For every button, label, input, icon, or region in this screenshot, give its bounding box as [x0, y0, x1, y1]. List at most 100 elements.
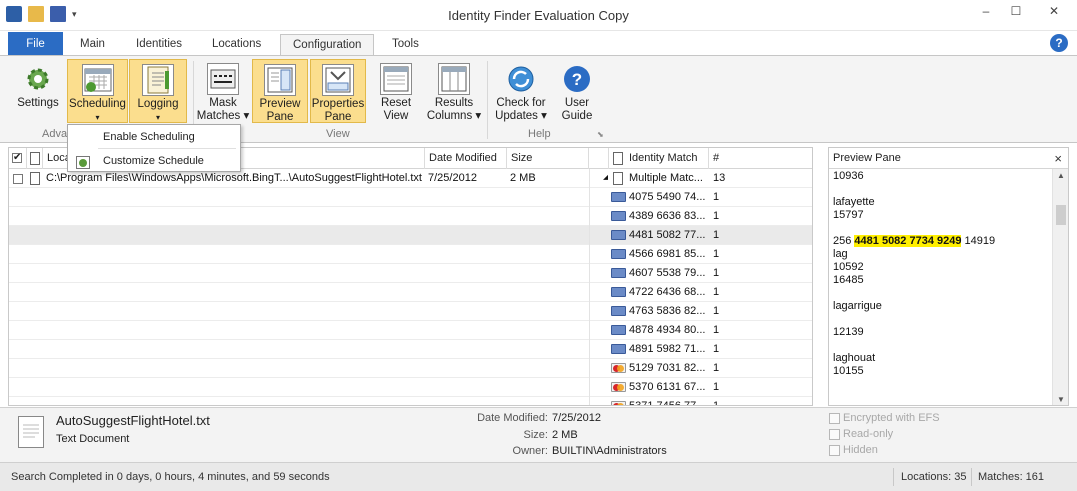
mastercard-icon: [611, 382, 626, 392]
preview-scrollbar[interactable]: ▲ ▼: [1052, 169, 1068, 405]
check-for-updates-button[interactable]: Check for Updates ▾: [492, 59, 550, 123]
visa-card-icon: [611, 249, 626, 259]
reset-view-button[interactable]: Reset View: [370, 59, 422, 123]
match-row[interactable]: 5129 7031 82... 1: [9, 359, 812, 378]
hidden-checkbox[interactable]: [829, 445, 840, 456]
results-columns-button[interactable]: Results Columns ▾: [424, 59, 484, 123]
read-only-label: Read-only: [843, 428, 894, 440]
scroll-thumb[interactable]: [1056, 205, 1066, 225]
preview-pane-header: Preview Pane ×: [829, 148, 1068, 169]
mask-matches-button[interactable]: Mask Matches ▾: [196, 59, 250, 123]
match-count: 1: [713, 191, 720, 203]
maximize-icon[interactable]: ☐: [1001, 0, 1031, 22]
file-name: AutoSuggestFlightHotel.txt: [56, 413, 210, 428]
match-row[interactable]: 5371 7456 77... 1: [9, 397, 812, 406]
mask-icon: [207, 63, 239, 95]
tab-tools[interactable]: Tools: [380, 34, 431, 56]
preview-line: laghouat: [833, 352, 876, 364]
column-count[interactable]: #: [709, 148, 812, 169]
properties-pane-icon: [322, 64, 354, 96]
scroll-down-icon[interactable]: ▼: [1053, 395, 1068, 404]
match-count: 1: [713, 362, 720, 374]
preview-highlight-line: 256 4481 5082 7734 9249 14919: [833, 235, 996, 247]
match-count: 13: [713, 172, 726, 184]
collapse-arrow-icon[interactable]: ◢: [603, 169, 608, 188]
match-value: 4607 5538 79...: [629, 267, 706, 279]
status-message: Search Completed in 0 days, 0 hours, 4 m…: [11, 471, 330, 483]
preview-line: lag: [833, 248, 848, 260]
menu-item-customize-schedule[interactable]: Customize Schedule: [68, 150, 240, 173]
match-row[interactable]: 5370 6131 67... 1: [9, 378, 812, 397]
tab-identities[interactable]: Identities: [124, 34, 194, 56]
match-row[interactable]: 4566 6981 85... 1: [9, 245, 812, 264]
column-identity-match[interactable]: Identity Match: [609, 148, 709, 169]
column-date-modified[interactable]: Date Modified: [425, 148, 507, 169]
visa-card-icon: [611, 344, 626, 354]
tab-file[interactable]: File: [8, 32, 63, 56]
match-count: 1: [713, 286, 720, 298]
preview-pane-button[interactable]: Preview Pane: [252, 59, 308, 123]
menu-item-enable-scheduling[interactable]: Enable Scheduling: [68, 126, 240, 149]
calendar-icon: [81, 64, 114, 96]
document-icon: [30, 152, 40, 165]
log-book-icon: [142, 64, 174, 96]
status-locations: Locations: 35: [901, 471, 967, 483]
highlighted-match: 4481 5082 7734 9249: [854, 235, 962, 247]
schedule-gear-icon: [76, 155, 90, 169]
status-separator: [893, 468, 894, 486]
file-size: 2 MB: [510, 172, 536, 184]
properties-pane-button[interactable]: Properties Pane: [310, 59, 366, 123]
dropdown-arrow-icon: ▾: [95, 113, 100, 122]
match-count: 1: [713, 305, 720, 317]
status-separator: [971, 468, 972, 486]
match-row[interactable]: 4891 5982 71... 1: [9, 340, 812, 359]
match-row[interactable]: 4607 5538 79... 1: [9, 264, 812, 283]
window-controls: – ☐ ✕: [971, 0, 1077, 22]
visa-card-icon: [611, 230, 626, 240]
match-value: 4075 5490 74...: [629, 191, 706, 203]
mastercard-icon: [611, 363, 626, 373]
match-row[interactable]: 4075 5490 74... 1: [9, 188, 812, 207]
match-value: 4891 5982 71...: [629, 343, 706, 355]
row-checkbox[interactable]: [13, 174, 23, 184]
dialog-launcher-icon[interactable]: ⬊: [597, 130, 604, 139]
visa-card-icon: [611, 268, 626, 278]
match-value: 5371 7456 77...: [629, 400, 706, 406]
scroll-up-icon[interactable]: ▲: [1053, 171, 1068, 180]
help-guide-icon: ?: [561, 63, 593, 95]
encrypted-efs-checkbox[interactable]: [829, 413, 840, 424]
match-value: 4389 6636 83...: [629, 210, 706, 222]
document-icon: [30, 172, 40, 185]
title-bar: ▾ Identity Finder Evaluation Copy – ☐ ✕: [0, 0, 1077, 31]
match-row[interactable]: 4481 5082 77... 1: [9, 226, 812, 245]
preview-line: 16485: [833, 274, 864, 286]
user-guide-button[interactable]: ? User Guide: [554, 59, 600, 123]
minimize-icon[interactable]: –: [971, 0, 1001, 22]
tab-locations[interactable]: Locations: [200, 34, 273, 56]
match-count: 1: [713, 210, 720, 222]
close-preview-icon[interactable]: ×: [1054, 148, 1062, 169]
preview-line: 12139: [833, 326, 864, 338]
read-only-checkbox[interactable]: [829, 429, 840, 440]
file-type-header[interactable]: [27, 148, 43, 169]
select-all-checkbox-header[interactable]: ✔: [9, 148, 27, 169]
visa-card-icon: [611, 325, 626, 335]
match-row[interactable]: 4722 6436 68... 1: [9, 283, 812, 302]
update-globe-icon: [505, 63, 537, 95]
preview-line: 10592: [833, 261, 864, 273]
results-grid: ✔ Loca Date Modified Size Identity Match…: [8, 147, 813, 406]
logging-button[interactable]: Logging ▾: [129, 59, 187, 123]
column-size[interactable]: Size: [507, 148, 589, 169]
reset-view-icon: [380, 63, 412, 95]
match-row[interactable]: 4763 5836 82... 1: [9, 302, 812, 321]
close-icon[interactable]: ✕: [1031, 0, 1077, 22]
tab-main[interactable]: Main: [68, 34, 117, 56]
scheduling-menu: Enable Scheduling Customize Schedule: [67, 124, 241, 172]
match-row[interactable]: 4878 4934 80... 1: [9, 321, 812, 340]
column-spacer: [589, 148, 609, 169]
scheduling-button[interactable]: Scheduling ▾: [67, 59, 128, 123]
match-row[interactable]: 4389 6636 83... 1: [9, 207, 812, 226]
settings-button[interactable]: Settings: [11, 59, 65, 123]
help-icon[interactable]: ?: [1050, 34, 1068, 52]
match-value: 4566 6981 85...: [629, 248, 706, 260]
